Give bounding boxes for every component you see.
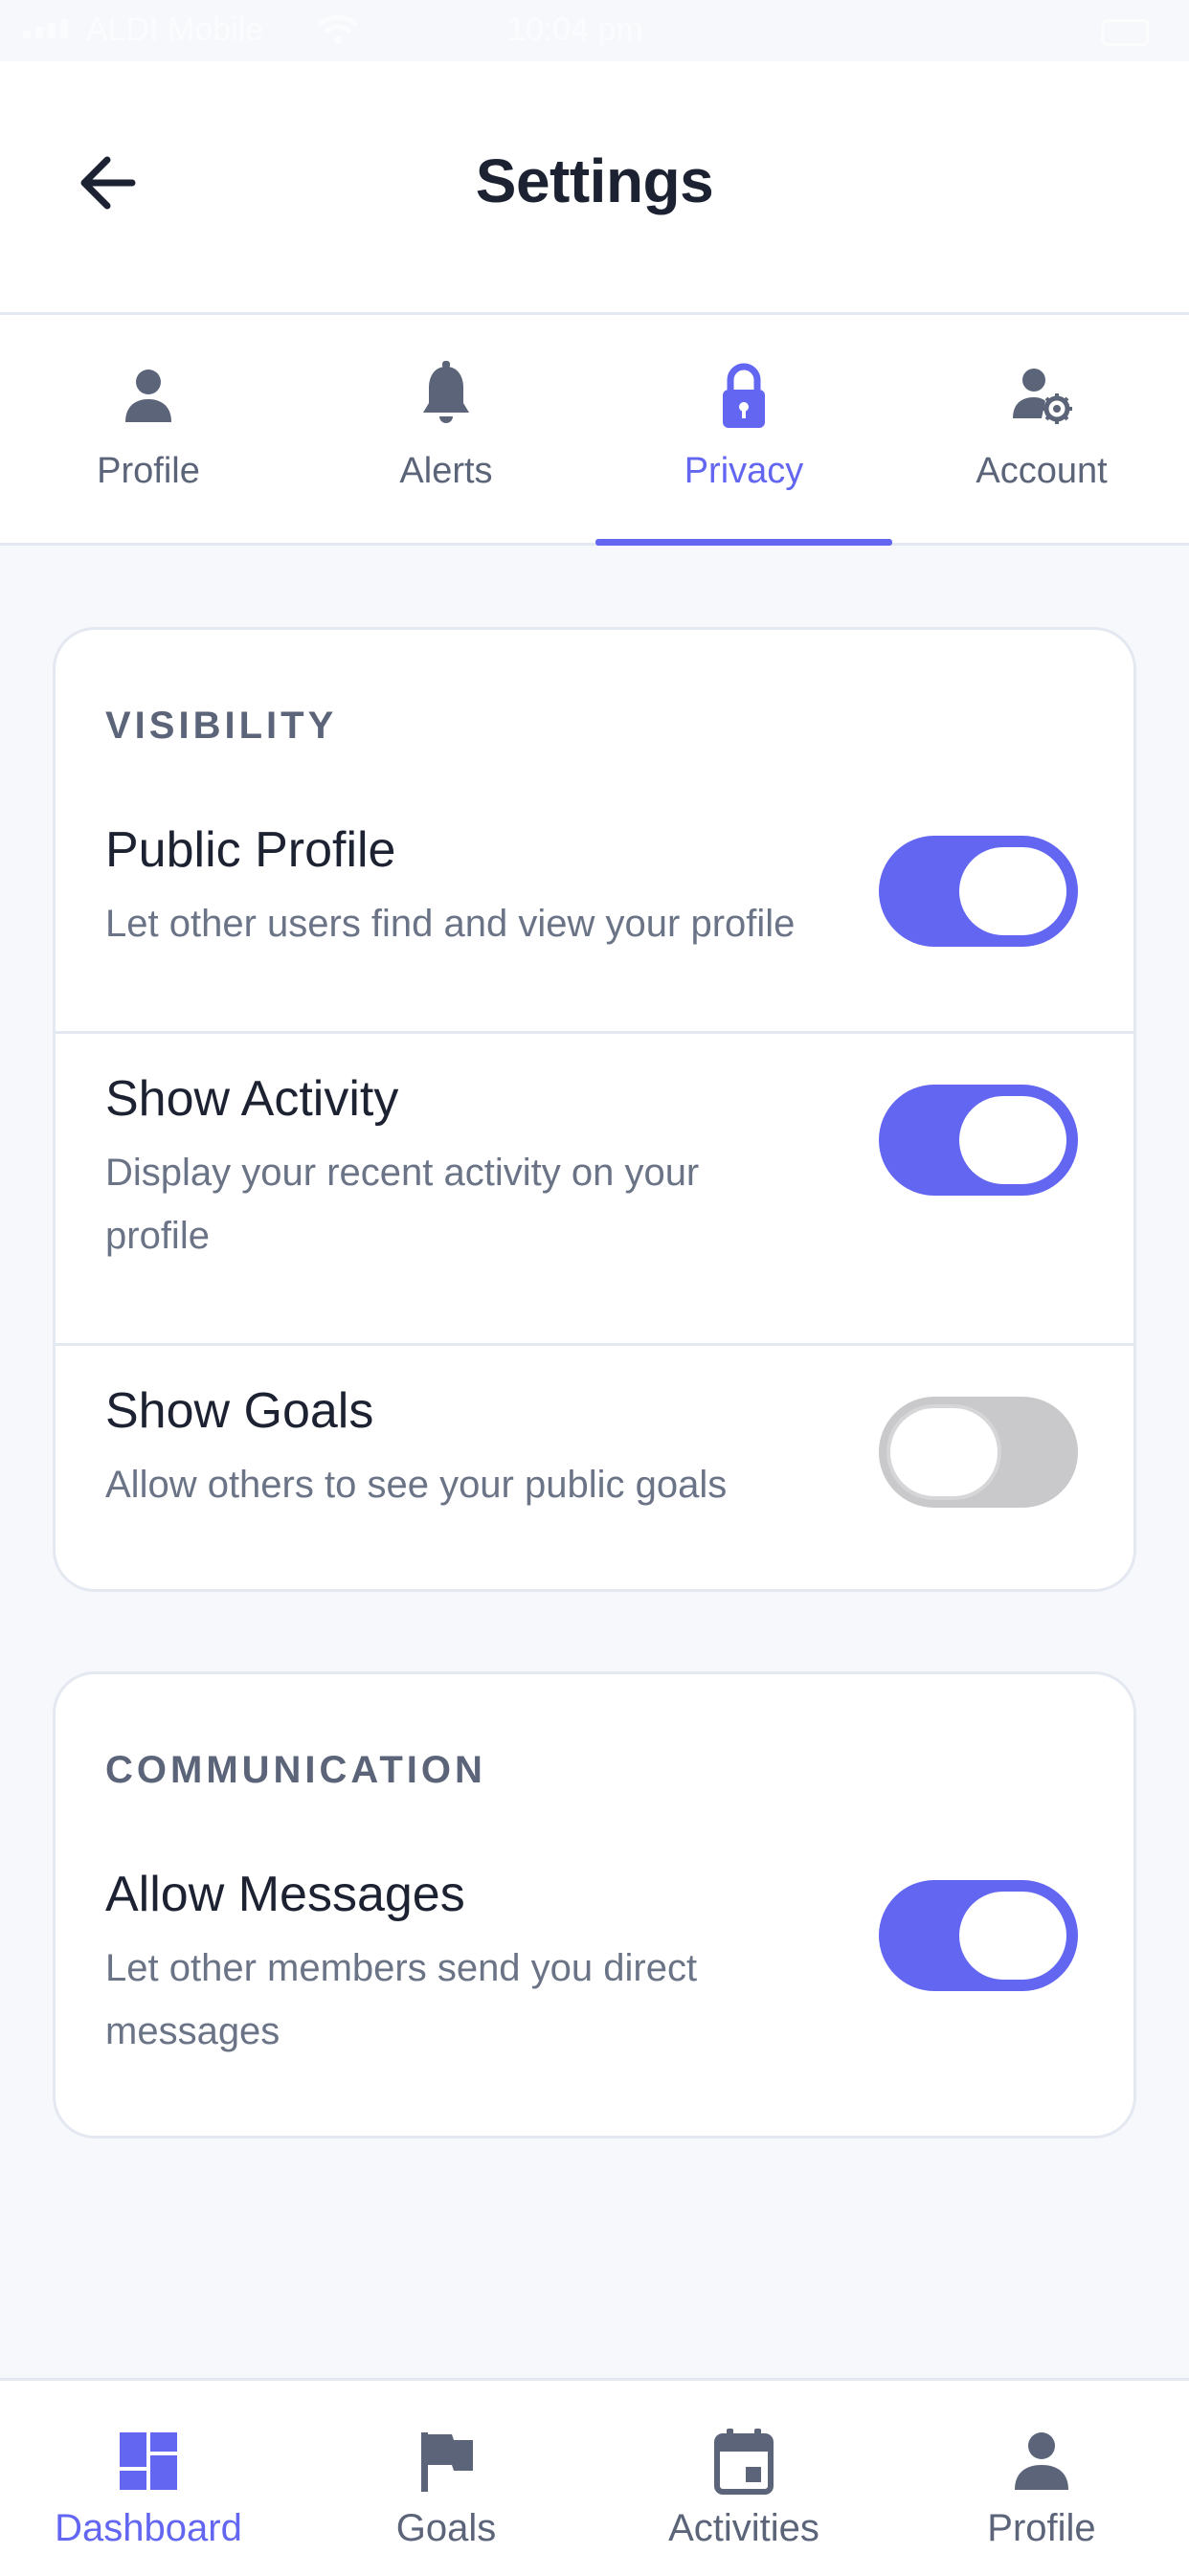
communication-card: COMMUNICATION Allow Messages Let other m… xyxy=(53,1671,1136,2139)
calendar-icon xyxy=(714,2429,774,2495)
setting-description: Let other members send you direct messag… xyxy=(105,1947,698,2052)
nav-activities[interactable]: Activities xyxy=(595,2381,892,2576)
tab-privacy[interactable]: Privacy xyxy=(595,315,892,546)
section-title: COMMUNICATION xyxy=(105,1749,486,1791)
nav-label: Dashboard xyxy=(55,2507,242,2549)
show-goals-toggle[interactable] xyxy=(879,1397,1078,1508)
status-time: 10:04 pm xyxy=(507,11,643,48)
setting-title: Show Activity xyxy=(105,1071,399,1127)
setting-description: Display your recent activity on your pro… xyxy=(105,1152,700,1257)
tab-profile[interactable]: Profile xyxy=(0,315,297,543)
active-tab-indicator xyxy=(595,539,892,546)
app-header: Settings xyxy=(0,61,1189,315)
status-bar: ALDI Mobile 10:04 pm xyxy=(0,0,1189,61)
setting-description: Let other users find and view your profi… xyxy=(105,903,796,945)
setting-row-show-activity: Show Activity Display your recent activi… xyxy=(56,1070,1133,1357)
section-title: VISIBILITY xyxy=(105,705,338,747)
tab-label: Profile xyxy=(97,451,200,491)
nav-label: Profile xyxy=(987,2507,1096,2549)
setting-title: Public Profile xyxy=(105,822,396,878)
flag-icon xyxy=(421,2432,473,2492)
setting-row-show-goals: Show Goals Allow others to see your publ… xyxy=(56,1382,1133,1574)
allow-messages-toggle[interactable] xyxy=(879,1880,1078,1991)
tab-label: Alerts xyxy=(399,451,493,491)
tab-label: Account xyxy=(976,451,1108,491)
person-icon xyxy=(1015,2432,1068,2490)
tab-label: Privacy xyxy=(684,451,804,491)
setting-title: Allow Messages xyxy=(105,1867,465,1922)
nav-goals[interactable]: Goals xyxy=(298,2381,594,2576)
divider xyxy=(56,1343,1133,1346)
page-title: Settings xyxy=(475,146,714,215)
bottom-navigation: Dashboard Goals Activities Profile xyxy=(0,2378,1189,2576)
public-profile-toggle[interactable] xyxy=(879,836,1078,947)
toggle-knob xyxy=(955,1092,1070,1188)
tab-account[interactable]: Account xyxy=(893,315,1189,543)
setting-row-allow-messages: Allow Messages Let other members send yo… xyxy=(56,1866,1133,2115)
toggle-knob xyxy=(886,1404,1001,1500)
tab-alerts[interactable]: Alerts xyxy=(298,315,594,543)
battery-icon xyxy=(1101,19,1149,46)
setting-title: Show Goals xyxy=(105,1383,374,1439)
nav-label: Goals xyxy=(395,2507,497,2549)
nav-label: Activities xyxy=(668,2507,819,2549)
person-icon xyxy=(125,370,171,422)
lock-icon xyxy=(723,363,765,428)
toggle-knob xyxy=(955,843,1070,939)
setting-description: Allow others to see your public goals xyxy=(105,1464,728,1506)
nav-profile[interactable]: Profile xyxy=(893,2381,1189,2576)
visibility-card: VISIBILITY Public Profile Let other user… xyxy=(53,627,1136,1592)
toggle-knob xyxy=(955,1888,1070,1983)
divider xyxy=(56,1031,1133,1034)
signal-icon xyxy=(23,19,68,38)
nav-dashboard[interactable]: Dashboard xyxy=(0,2381,297,2576)
setting-row-public-profile: Public Profile Let other users find and … xyxy=(56,821,1133,1032)
bell-icon xyxy=(423,361,469,423)
carrier-name: ALDI Mobile xyxy=(86,11,264,48)
wifi-icon xyxy=(317,14,359,44)
show-activity-toggle[interactable] xyxy=(879,1085,1078,1196)
dashboard-icon xyxy=(120,2432,177,2490)
settings-tabs: Profile Alerts Privacy Account xyxy=(0,315,1189,546)
user-gear-icon xyxy=(1013,369,1072,424)
